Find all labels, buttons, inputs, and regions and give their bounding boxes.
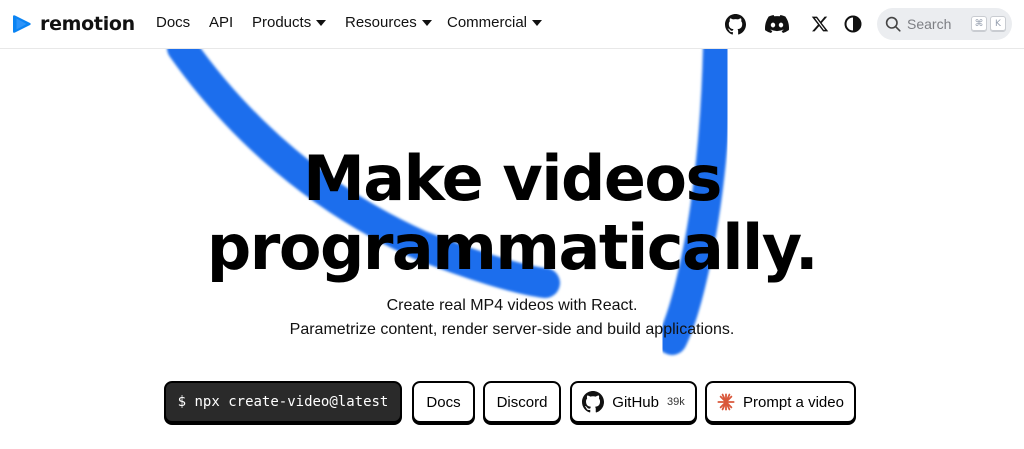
discord-link[interactable]: [765, 13, 789, 35]
nav-commercial-dropdown[interactable]: Commercial: [447, 14, 543, 31]
nav-resources-dropdown[interactable]: Resources: [345, 14, 432, 31]
prompt-video-button[interactable]: Prompt a video: [705, 381, 856, 423]
nav-docs[interactable]: Docs: [156, 14, 190, 31]
nav-products-label: Products: [252, 14, 312, 31]
github-link[interactable]: [724, 13, 746, 35]
nav-commercial-label: Commercial: [447, 14, 528, 31]
nav-products-dropdown[interactable]: Products: [252, 14, 327, 31]
nav-api[interactable]: API: [209, 14, 233, 31]
docs-button[interactable]: Docs: [412, 381, 475, 423]
prompt-video-button-label: Prompt a video: [743, 393, 844, 411]
search-shortcut: ⌘ K: [971, 16, 1006, 32]
remotion-logo-icon: [13, 15, 31, 33]
search-icon: [885, 16, 901, 32]
hero-subtitle: Create real MP4 videos with React. Param…: [0, 294, 1024, 342]
caret-down-icon: [421, 19, 432, 26]
brand-link[interactable]: remotion: [10, 10, 135, 38]
shortcut-mod-key: ⌘: [971, 16, 987, 32]
x-link[interactable]: [809, 13, 831, 35]
create-video-command-button[interactable]: $ npx create-video@latest: [164, 381, 402, 423]
github-icon: [724, 13, 746, 34]
github-button-label: GitHub: [612, 393, 659, 411]
hero-title: Make videos programmatically.: [0, 144, 1024, 282]
caret-down-icon: [316, 19, 327, 26]
theme-toggle-button[interactable]: [842, 13, 864, 35]
command-text: $ npx create-video@latest: [177, 394, 389, 410]
sparkle-asterisk-icon: [717, 393, 735, 411]
docs-button-label: Docs: [426, 393, 461, 411]
caret-down-icon: [532, 19, 543, 26]
hero-subtitle-line-2: Parametrize content, render server-side …: [289, 321, 735, 338]
nav-api-label: API: [209, 14, 234, 31]
hero-title-line-1: Make videos: [303, 142, 722, 215]
search-button[interactable]: Search ⌘ K: [877, 8, 1012, 40]
theme-toggle-icon: [844, 15, 862, 33]
hero-title-line-2: programmatically.: [206, 211, 819, 284]
github-button[interactable]: GitHub 39k: [570, 381, 697, 423]
github-icon: [582, 391, 605, 413]
top-navbar: remotion Docs API Products Resources Com…: [0, 0, 1024, 49]
discord-button-label: Discord: [496, 393, 548, 411]
search-label: Search: [907, 16, 952, 32]
discord-button[interactable]: Discord: [483, 381, 561, 423]
shortcut-k-key: K: [990, 16, 1006, 32]
hero-subtitle-line-1: Create real MP4 videos with React.: [386, 297, 638, 314]
brand-name: remotion: [40, 13, 135, 35]
github-stars-count: 39k: [666, 396, 685, 408]
nav-docs-label: Docs: [156, 14, 191, 31]
discord-icon: [765, 15, 789, 33]
x-icon: [811, 16, 829, 32]
nav-resources-label: Resources: [345, 14, 417, 31]
